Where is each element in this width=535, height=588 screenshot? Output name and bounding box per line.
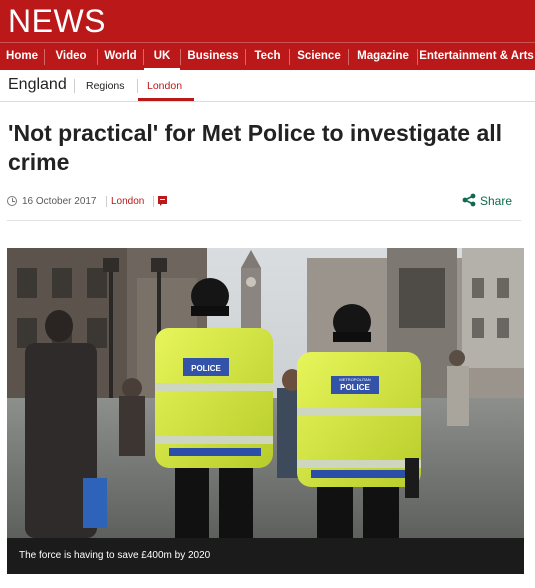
nav-item-home[interactable]: Home (0, 43, 44, 71)
meta-divider (153, 196, 154, 207)
sub-nav: England Regions London (0, 70, 535, 102)
police-badge-small-text: METROPOLITAN (339, 377, 370, 382)
article-location-link[interactable]: London (111, 196, 144, 207)
comment-icon[interactable] (158, 196, 167, 206)
article-image: POLICE METROPOLITAN POLICE (7, 248, 524, 538)
subnav-link-london[interactable]: London (138, 70, 194, 101)
main-nav: Home Video World UK Business Tech Scienc… (0, 42, 535, 71)
section-title-england[interactable]: England (8, 76, 67, 94)
nav-item-video[interactable]: Video (45, 43, 97, 71)
nav-item-world[interactable]: World (98, 43, 143, 71)
nav-item-science[interactable]: Science (290, 43, 348, 71)
subnav-divider (74, 79, 75, 93)
nav-item-business[interactable]: Business (181, 43, 245, 71)
image-caption-text: The force is having to save £400m by 202… (19, 550, 211, 561)
nav-item-magazine[interactable]: Magazine (349, 43, 417, 71)
nav-item-uk[interactable]: UK (144, 43, 180, 71)
image-caption: The force is having to save £400m by 202… (7, 538, 524, 574)
meta-divider (106, 196, 107, 207)
police-badge-text: POLICE (191, 364, 221, 373)
subnav-link-london-label: London (147, 80, 183, 92)
share-icon (462, 193, 476, 207)
masthead: NEWS Home Video World UK Business Tech S… (0, 0, 535, 71)
news-logo[interactable]: NEWS (8, 2, 106, 40)
police-officers-photo: POLICE METROPOLITAN POLICE (7, 248, 524, 538)
share-label: Share (480, 194, 513, 208)
meta-divider-line (7, 220, 521, 221)
clock-icon (7, 196, 17, 206)
police-badge-text-2: POLICE (340, 383, 370, 392)
nav-item-entertainment-arts[interactable]: Entertainment & Arts (418, 43, 535, 71)
subnav-link-regions[interactable]: Regions (86, 80, 125, 92)
article-date: 16 October 2017 (22, 196, 97, 207)
nav-item-tech[interactable]: Tech (246, 43, 289, 71)
article-headline: 'Not practical' for Met Police to invest… (8, 120, 503, 175)
